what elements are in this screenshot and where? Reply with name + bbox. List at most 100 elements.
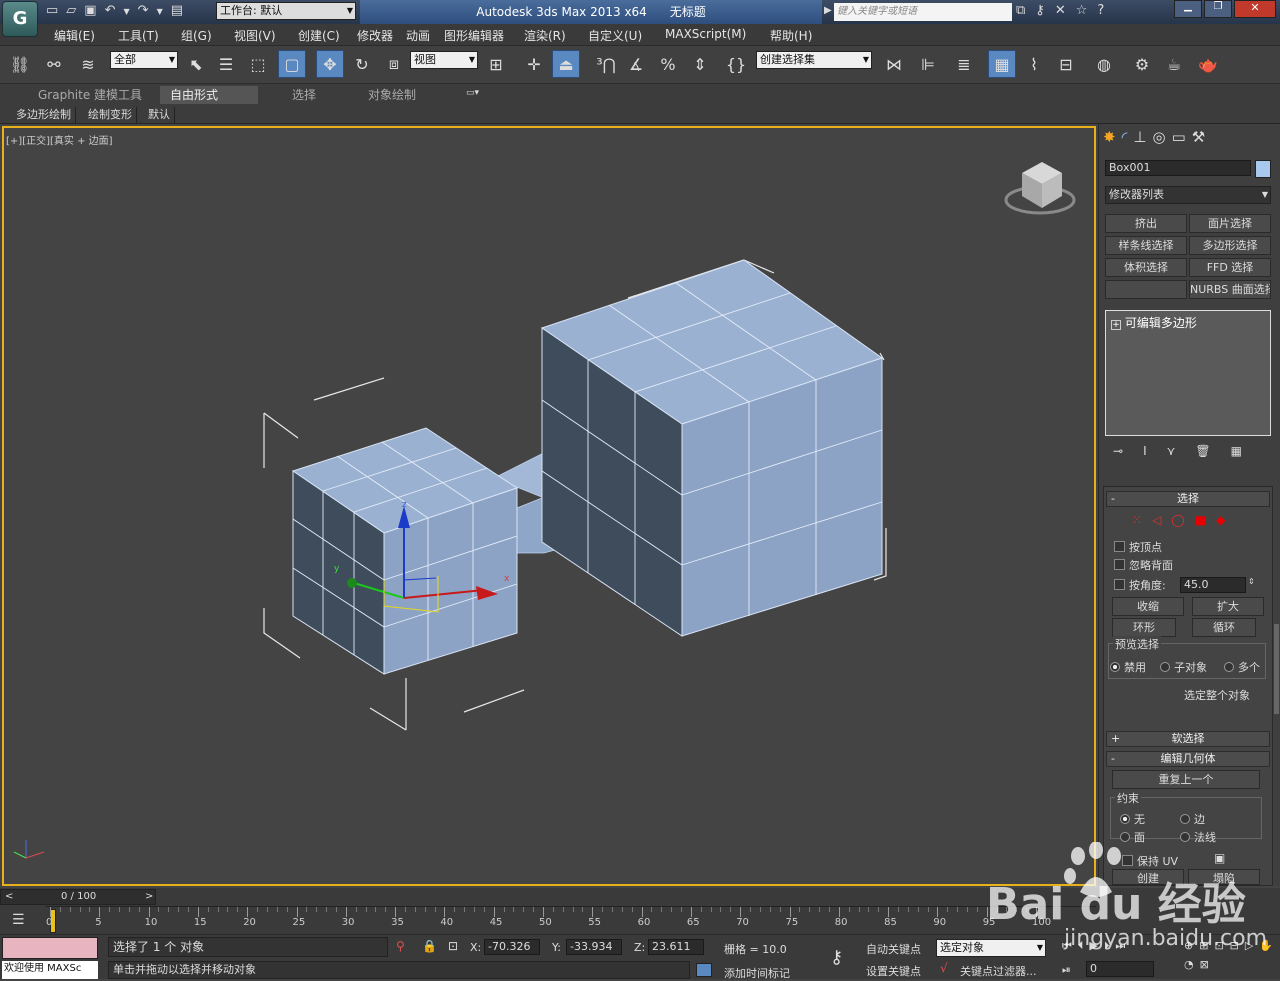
menu-item-11[interactable]: 帮助(H) xyxy=(770,27,812,44)
workspace-dropdown[interactable]: 工作台: 默认 xyxy=(216,2,356,20)
create-tab-icon[interactable]: ✸ xyxy=(1103,128,1116,146)
constraint-edge-radio[interactable]: 边 xyxy=(1180,811,1205,827)
select-move-icon[interactable]: ✥ xyxy=(316,50,344,78)
star-icon[interactable]: ☆ xyxy=(1076,3,1088,18)
z-coordinate-field[interactable]: 23.611 xyxy=(648,939,704,955)
key-filter-selected-dropdown[interactable]: 选定对象 xyxy=(936,939,1046,957)
selection-lock-icon[interactable]: 🔒 xyxy=(422,939,437,953)
constraint-face-radio[interactable]: 面 xyxy=(1120,829,1145,845)
search-input[interactable]: 键入关键字或短语 xyxy=(834,3,1012,21)
undo-icon[interactable]: ↶ xyxy=(105,3,116,21)
menu-item-0[interactable]: 编辑(E) xyxy=(54,27,95,44)
goto-start-icon[interactable]: ⏮ xyxy=(1062,939,1072,953)
select-by-name-icon[interactable]: ☰ xyxy=(212,50,240,78)
rollout-select[interactable]: - 选择 xyxy=(1106,491,1270,507)
ribbon-tab-3[interactable]: 对象绘制 xyxy=(358,86,448,104)
vertex-level-icon[interactable]: ⁙ xyxy=(1132,513,1142,527)
minimize-button[interactable]: ▁ xyxy=(1174,0,1202,18)
rendered-frame-icon[interactable]: ☕ xyxy=(1160,50,1188,78)
mirror-icon[interactable]: ⋈ xyxy=(880,50,908,78)
window-crossing-icon[interactable]: ▢ xyxy=(278,50,306,78)
modifier-stack[interactable]: + 可编辑多边形 xyxy=(1105,310,1271,436)
menu-item-9[interactable]: 自定义(U) xyxy=(588,27,642,44)
field-of-view-icon[interactable]: ▷ xyxy=(1245,939,1253,952)
remove-modifier-icon[interactable]: 🗑 xyxy=(1195,444,1210,458)
modifier-button-6[interactable] xyxy=(1105,280,1187,299)
ribbon-tab-1[interactable]: 自由形式 xyxy=(160,86,258,104)
auto-key-button[interactable]: 自动关键点 xyxy=(866,941,921,957)
hierarchy-tab-icon[interactable]: ⊥ xyxy=(1133,128,1146,146)
expand-icon[interactable]: + xyxy=(1111,320,1121,330)
y-coordinate-field[interactable]: -33.934 xyxy=(566,939,622,955)
key-mode-toggle-icon[interactable]: ⏯ xyxy=(1062,963,1071,977)
redo-icon[interactable]: ↷ xyxy=(138,3,149,21)
loop-button[interactable]: 循环 xyxy=(1192,618,1256,637)
orbit-icon[interactable]: ◔ xyxy=(1184,958,1194,971)
time-tag-icon[interactable] xyxy=(696,963,712,977)
keyboard-shortcut-icon[interactable]: ⏏ xyxy=(552,50,580,78)
viewport-ortho[interactable]: [+][正交][真实 + 边面] z x y xyxy=(2,126,1096,886)
polygon-level-icon[interactable]: ■ xyxy=(1195,513,1206,527)
preview-multi-radio[interactable]: 多个 xyxy=(1224,659,1260,675)
ref-coord-dropdown[interactable]: 视图 xyxy=(410,51,478,69)
key-icon[interactable]: ⚷ xyxy=(1035,3,1045,18)
bind-space-warp-icon[interactable]: ≋ xyxy=(74,50,102,78)
modifier-button-2[interactable]: 样条线选择 xyxy=(1105,236,1187,255)
menu-item-8[interactable]: 渲染(R) xyxy=(524,27,566,44)
make-unique-icon[interactable]: ⋎ xyxy=(1167,444,1176,458)
search-expand-icon[interactable]: ▶ xyxy=(824,5,832,16)
time-next-icon[interactable]: > xyxy=(145,891,153,902)
redo-dropdown-icon[interactable]: ▼ xyxy=(157,3,163,21)
element-level-icon[interactable]: ◆ xyxy=(1216,513,1225,527)
percent-snap-icon[interactable]: % xyxy=(654,50,682,78)
modifier-button-4[interactable]: 体积选择 xyxy=(1105,258,1187,277)
zoom-all-icon[interactable]: ⊞ xyxy=(1199,939,1208,952)
rect-selection-icon[interactable]: ⬚ xyxy=(244,50,272,78)
show-end-result-icon[interactable]: Ⅰ xyxy=(1143,444,1147,458)
viewcube[interactable] xyxy=(1004,162,1076,215)
goto-end-icon[interactable]: ⏭ xyxy=(1115,939,1125,953)
help-icon[interactable]: ? xyxy=(1097,3,1104,18)
rollout-edit-geometry[interactable]: - 编辑几何体 xyxy=(1106,751,1270,767)
x-coordinate-field[interactable]: -70.326 xyxy=(484,939,540,955)
maxscript-mini-listener[interactable]: 欢迎使用 MAXSc xyxy=(2,961,98,979)
preserve-uv-checkbox[interactable]: 保持 UV xyxy=(1122,853,1178,869)
modifier-button-7[interactable]: NURBS 曲面选择 xyxy=(1189,280,1271,299)
ignore-backface-checkbox[interactable]: 忽略背面 xyxy=(1114,557,1173,573)
menu-item-6[interactable]: 动画 xyxy=(406,27,430,44)
named-selection-dropdown[interactable]: 创建选择集 xyxy=(756,51,872,69)
ring-button[interactable]: 环形 xyxy=(1112,618,1176,637)
zoom-extents-icon[interactable]: ⊡ xyxy=(1214,939,1223,952)
menu-item-3[interactable]: 视图(V) xyxy=(234,27,276,44)
pan-icon[interactable]: ✋ xyxy=(1259,939,1273,952)
selection-filter-dropdown[interactable]: 全部 xyxy=(110,51,178,69)
close-button[interactable]: ✕ xyxy=(1234,0,1276,18)
pin-stack-icon[interactable]: ⊸ xyxy=(1113,444,1123,458)
utilities-tab-icon[interactable]: ⚒ xyxy=(1192,128,1205,146)
open-file-icon[interactable]: ▱ xyxy=(66,3,76,21)
border-level-icon[interactable]: ◯ xyxy=(1171,513,1184,527)
absolute-mode-icon[interactable]: ⊡ xyxy=(448,939,458,953)
constraint-none-radio[interactable]: 无 xyxy=(1120,811,1145,827)
next-frame-icon[interactable]: ⏵ xyxy=(1104,939,1110,953)
create-button[interactable]: 创建 xyxy=(1112,869,1184,885)
angle-spinner-icon[interactable]: ⇕ xyxy=(1248,577,1255,586)
by-angle-checkbox[interactable]: 按角度: xyxy=(1114,577,1166,593)
menu-item-7[interactable]: 图形编辑器 xyxy=(444,27,504,44)
binoculars-icon[interactable]: ⧉ xyxy=(1016,3,1025,18)
render-production-icon[interactable]: 🫖 xyxy=(1194,50,1222,78)
constraint-normal-radio[interactable]: 法线 xyxy=(1180,829,1216,845)
select-scale-icon[interactable]: ⧈ xyxy=(380,50,408,78)
ribbon-options-icon[interactable]: ▭▾ xyxy=(466,88,479,98)
app-logo-icon[interactable]: G xyxy=(2,1,38,37)
unlink-icon[interactable]: ⚯ xyxy=(40,50,68,78)
select-rotate-icon[interactable]: ↻ xyxy=(348,50,376,78)
zoom-extents-all-icon[interactable]: ⊟ xyxy=(1230,939,1239,952)
stack-item[interactable]: + 可编辑多边形 xyxy=(1109,314,1267,330)
collapse-button[interactable]: 塌陷 xyxy=(1188,869,1260,885)
object-name-field[interactable]: Box001 xyxy=(1105,160,1251,176)
edge-level-icon[interactable]: ◁ xyxy=(1152,513,1161,527)
object-color-swatch[interactable] xyxy=(1255,160,1271,178)
align-icon[interactable]: ⊫ xyxy=(914,50,942,78)
menu-item-1[interactable]: 工具(T) xyxy=(118,27,159,44)
